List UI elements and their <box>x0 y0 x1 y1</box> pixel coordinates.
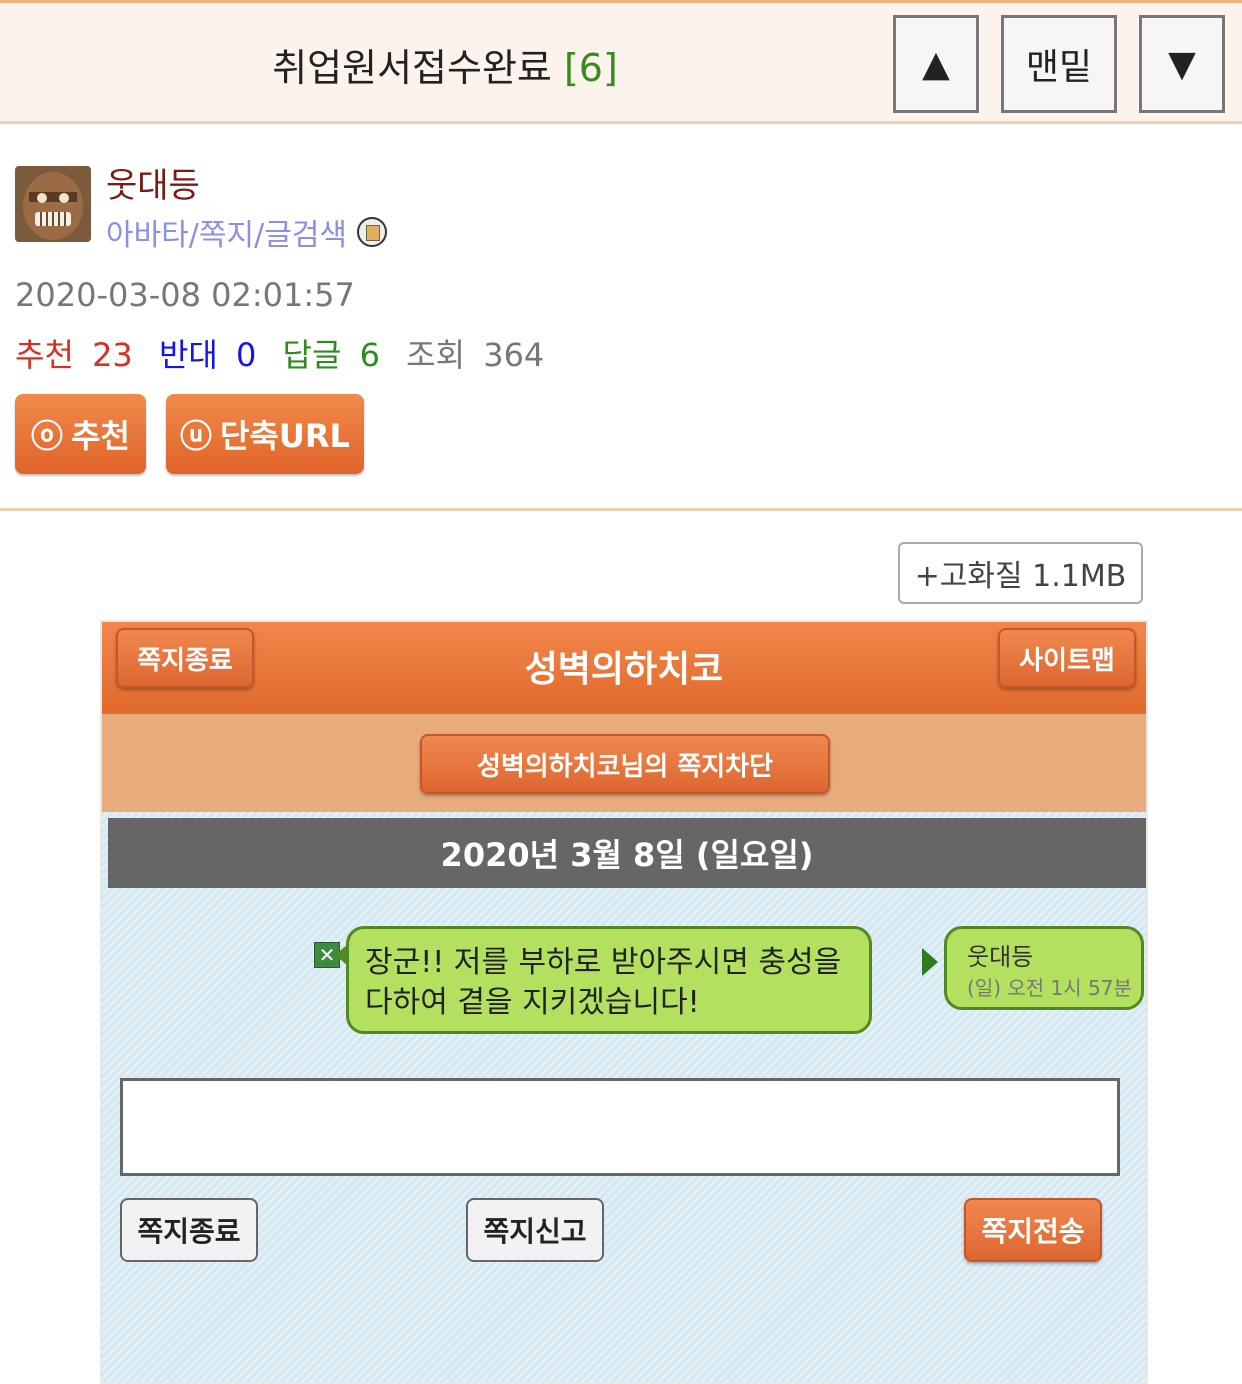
short-url-icon: ⓤ <box>180 417 213 455</box>
sender-bubble: 웃대등 (일) 오전 1시 57분 <box>944 926 1144 1010</box>
scroll-bottom-button[interactable]: 맨밑 <box>1001 15 1117 113</box>
message-date-bar: 2020년 3월 8일 (일요일) <box>108 818 1146 888</box>
sitemap-button: 사이트맵 <box>998 628 1136 688</box>
recommend-button[interactable]: ⓞ 추천 <box>15 394 146 474</box>
report-message-button: 쪽지신고 <box>466 1198 604 1262</box>
bottom-exit-button: 쪽지종료 <box>120 1198 258 1262</box>
short-url-button[interactable]: ⓤ 단축URL <box>166 394 364 474</box>
post-header: 취업원서접수완료 [6] ▲ 맨밑 ▼ <box>0 0 1242 124</box>
scroll-down-button[interactable]: ▼ <box>1139 15 1225 113</box>
oppose-stat: 반대 0 <box>158 336 257 374</box>
message-line-2: 다하여 곁을 지키겠습니다! <box>365 985 700 1020</box>
recommend-icon: ⓞ <box>31 417 64 455</box>
author-links[interactable]: 아바타/쪽지/글검색 <box>106 210 388 254</box>
member-badge-icon <box>357 217 388 247</box>
message-header-title: 성벽의하치코 <box>524 649 724 690</box>
post-stats: 추천 23 반대 0 답글 6 조회 364 <box>15 330 560 376</box>
post-title: 취업원서접수완료 [6] <box>0 37 890 92</box>
reply-stat: 답글 6 <box>282 336 380 374</box>
block-messages-button: 성벽의하치코님의 쪽지차단 <box>420 734 830 794</box>
send-message-button: 쪽지전송 <box>964 1198 1102 1262</box>
message-textarea <box>120 1078 1120 1176</box>
post-title-text: 취업원서접수완료 <box>272 46 552 90</box>
sender-arrow-icon <box>922 948 938 976</box>
divider <box>0 508 1242 511</box>
message-line-1: 장군!! 저를 부하로 받아주시면 충성을 <box>365 945 842 980</box>
post-image: 성벽의하치코 쪽지종료 사이트맵 성벽의하치코님의 쪽지차단 2020년 3월 … <box>100 620 1148 1384</box>
author-links-text[interactable]: 아바타/쪽지/글검색 <box>106 210 347 254</box>
scroll-up-button[interactable]: ▲ <box>893 15 979 113</box>
message-header: 성벽의하치코 <box>102 622 1146 714</box>
comment-count[interactable]: [6] <box>564 46 618 90</box>
message-exit-button: 쪽지종료 <box>116 628 254 688</box>
view-stat: 조회 364 <box>406 336 545 374</box>
sender-name: 웃대등 <box>967 943 1034 971</box>
high-quality-button[interactable]: +고화질 1.1MB <box>898 542 1143 604</box>
post-datetime: 2020-03-08 02:01:57 <box>15 276 355 314</box>
message-bubble: 장군!! 저를 부하로 받아주시면 충성을 다하여 곁을 지키겠습니다! <box>335 926 872 1034</box>
author-avatar[interactable] <box>15 166 91 242</box>
short-url-button-label: 단축URL <box>220 417 350 455</box>
recommend-button-label: 추천 <box>71 417 130 455</box>
recommend-stat: 추천 23 <box>15 336 133 374</box>
author-name[interactable]: 웃대등 <box>106 158 200 207</box>
sender-time: (일) 오전 1시 57분 <box>967 976 1132 1000</box>
